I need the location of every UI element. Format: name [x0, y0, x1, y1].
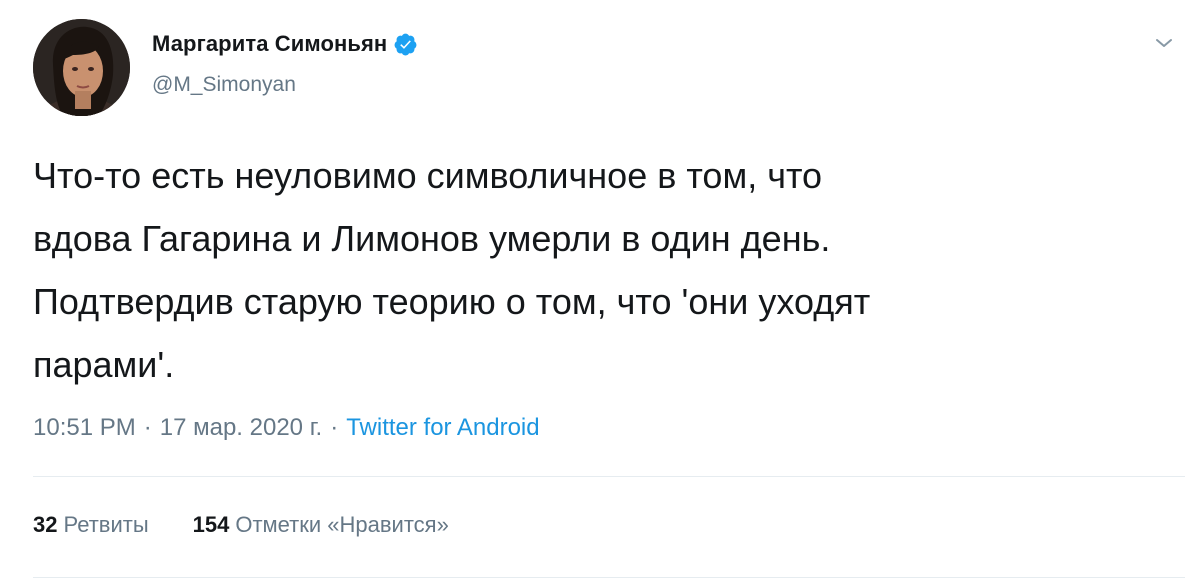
tweet-card: Маргарита Симоньян @M_Simonyan Что-то ес… — [0, 0, 1200, 581]
likes-label: Отметки «Нравится» — [235, 512, 449, 537]
tweet-source-link[interactable]: Twitter for Android — [346, 414, 539, 441]
tweet-stats: 32 Ретвиты 154 Отметки «Нравится» — [33, 512, 493, 538]
author-display-name[interactable]: Маргарита Симоньян — [152, 31, 387, 57]
tweet-text-line: Что-то есть неуловимо символичное в том,… — [33, 155, 823, 196]
meta-separator: · — [330, 414, 339, 441]
author-handle[interactable]: @M_Simonyan — [152, 73, 296, 97]
tweet-text: Что-то есть неуловимо символичное в том,… — [33, 144, 1173, 396]
tweet-text-line: парами'. — [33, 344, 175, 385]
avatar[interactable] — [33, 19, 130, 116]
retweets-label: Ретвиты — [63, 512, 149, 537]
chevron-down-icon[interactable] — [1151, 30, 1177, 56]
tweet-date[interactable]: 17 мар. 2020 г. — [160, 414, 322, 441]
retweets-count: 32 — [33, 512, 58, 537]
divider — [33, 476, 1185, 477]
retweets-stat[interactable]: 32 Ретвиты — [33, 512, 149, 538]
likes-stat[interactable]: 154 Отметки «Нравится» — [193, 512, 449, 538]
verified-badge-icon — [393, 32, 418, 57]
tweet-text-line: вдова Гагарина и Лимонов умерли в один д… — [33, 218, 831, 259]
tweet-time[interactable]: 10:51 PM — [33, 414, 136, 441]
divider — [33, 577, 1185, 578]
meta-separator: · — [143, 414, 152, 441]
avatar-photo — [33, 19, 130, 116]
tweet-text-line: Подтвердив старую теорию о том, что 'они… — [33, 281, 871, 322]
tweet-meta: 10:51 PM · 17 мар. 2020 г. · Twitter for And… — [33, 414, 540, 442]
likes-count: 154 — [192, 512, 230, 537]
author-name-row: Маргарита Симоньян — [152, 31, 418, 57]
